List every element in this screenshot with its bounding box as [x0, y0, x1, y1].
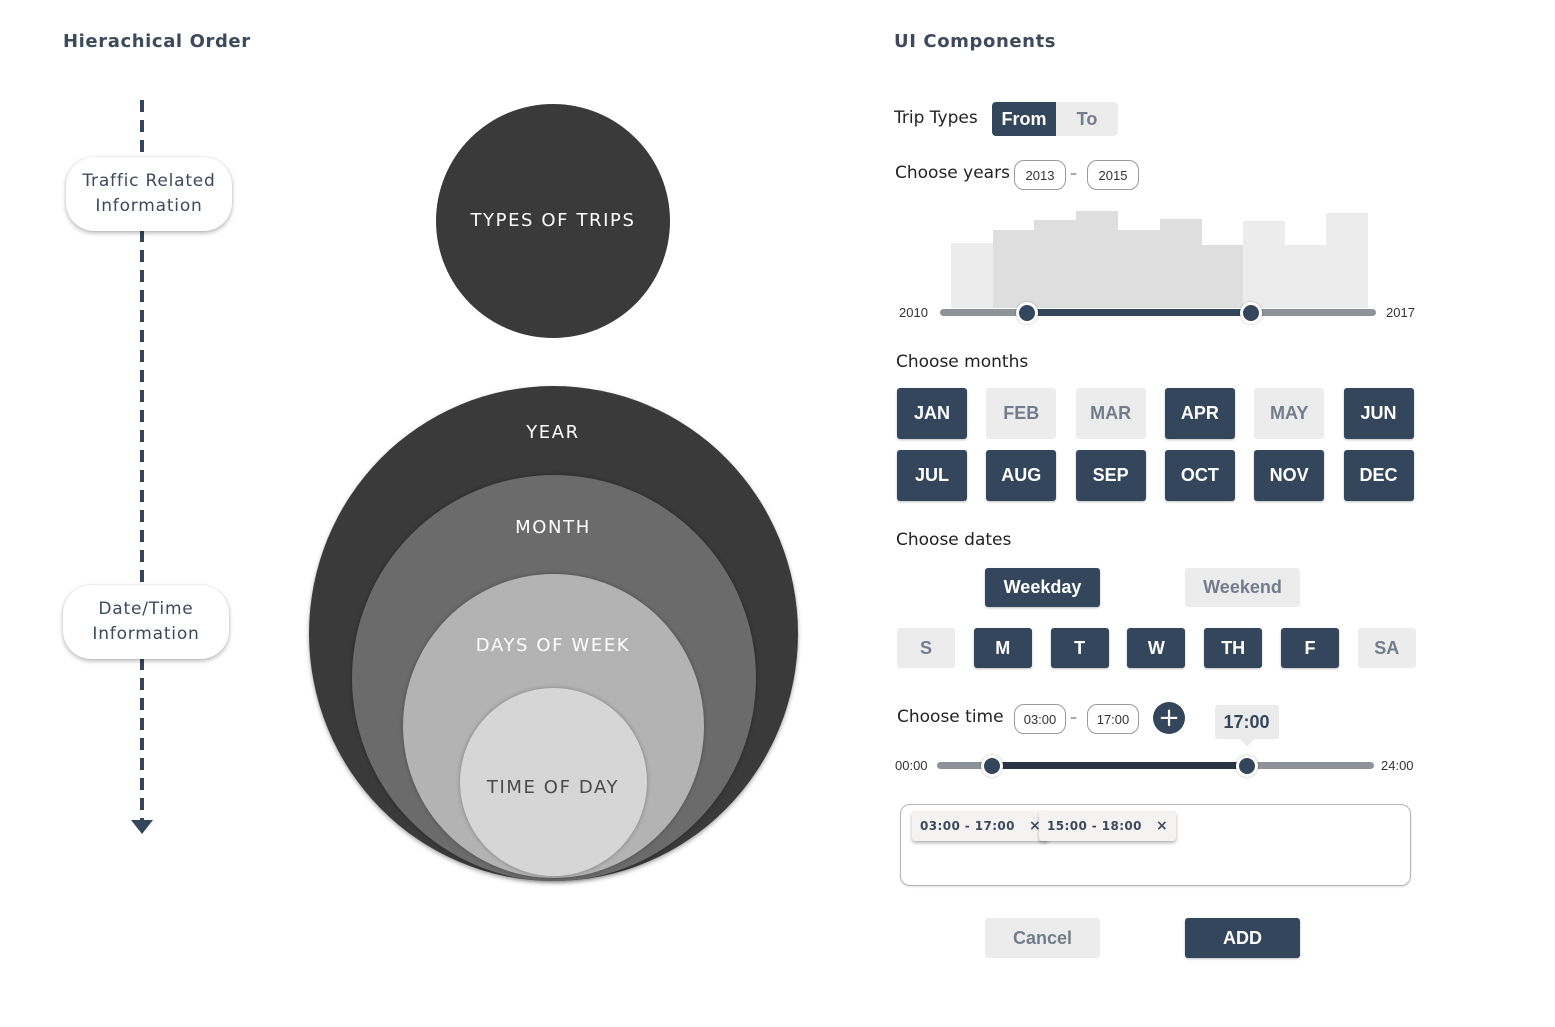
month-button-may[interactable]: MAY [1254, 388, 1325, 439]
ui-components-title: UI Components [894, 31, 1057, 52]
flow-line-middle [140, 230, 144, 585]
year-to-input[interactable]: 2015 [1087, 160, 1139, 190]
month-button-oct[interactable]: OCT [1164, 450, 1235, 501]
time-to-input[interactable]: 17:00 [1087, 704, 1139, 734]
circle-label-types-of-trips: TYPES OF TRIPS [470, 210, 636, 231]
time-axis-max: 24:00 [1381, 758, 1414, 773]
time-tooltip: 17:00 [1214, 705, 1279, 747]
month-button-sep[interactable]: SEP [1075, 450, 1146, 501]
flow-node-datetime: Date/Time Information [63, 585, 229, 659]
month-button-jan[interactable]: JAN [897, 388, 967, 439]
plus-icon: + [1158, 703, 1180, 733]
month-button-jun[interactable]: JUN [1343, 388, 1414, 439]
histogram-bar [1326, 213, 1369, 308]
day-button-f[interactable]: F [1281, 628, 1339, 668]
histogram-bar [1076, 211, 1119, 308]
day-button-s[interactable]: S [897, 628, 955, 668]
time-separator: – [1070, 710, 1077, 726]
hierarchy-title: Hierachical Order [63, 31, 251, 52]
day-button-sa[interactable]: SA [1357, 628, 1416, 668]
month-button-dec[interactable]: DEC [1343, 450, 1414, 501]
trip-type-from-button[interactable]: From [992, 102, 1056, 136]
year-slider-start-handle[interactable] [1016, 302, 1039, 324]
weekday-button[interactable]: Weekday [985, 568, 1100, 607]
day-button-t[interactable]: T [1050, 628, 1109, 668]
circle-label-time-of-day: TIME OF DAY [486, 777, 620, 798]
flow-node-line: Information [95, 196, 203, 216]
month-button-feb[interactable]: FEB [986, 388, 1057, 439]
year-axis-min: 2010 [899, 305, 928, 320]
flow-node-line: Traffic Related [82, 171, 216, 191]
choose-dates-label: Choose dates [896, 530, 1012, 550]
month-button-aug[interactable]: AUG [986, 450, 1057, 501]
year-slider-range [1027, 309, 1252, 316]
day-button-th[interactable]: TH [1204, 628, 1263, 668]
flow-node-line: Date/Time [98, 599, 194, 619]
time-range-chip: 15:00 - 18:00 × [1039, 811, 1177, 841]
circle-label-month: MONTH [515, 517, 591, 538]
time-axis-min: 00:00 [895, 758, 928, 773]
day-button-w[interactable]: W [1127, 628, 1186, 668]
year-slider-end-handle[interactable] [1240, 302, 1263, 324]
choose-years-label: Choose years [895, 163, 1010, 183]
chip-label: 03:00 - 17:00 [920, 819, 1015, 833]
cancel-button[interactable]: Cancel [985, 918, 1100, 958]
weekend-button[interactable]: Weekend [1185, 568, 1300, 607]
add-button[interactable]: ADD [1185, 918, 1300, 958]
histogram-bar [992, 230, 1035, 308]
day-button-m[interactable]: M [973, 628, 1032, 668]
time-slider-range [991, 762, 1247, 769]
flow-line-bottom [140, 658, 144, 822]
histogram-bar [1034, 220, 1077, 308]
time-range-chip: 03:00 - 17:00 × [912, 811, 1050, 841]
month-button-apr[interactable]: APR [1164, 388, 1235, 439]
circle-label-days-of-week: DAYS OF WEEK [475, 635, 631, 656]
trip-types-label: Trip Types [894, 108, 978, 128]
arrow-down-icon [131, 820, 153, 834]
histogram-bar [951, 243, 994, 308]
histogram-bar [1242, 221, 1286, 308]
histogram-bar [1201, 245, 1244, 308]
histogram-bar [1284, 245, 1327, 308]
month-button-nov[interactable]: NOV [1254, 450, 1325, 501]
circle-label-year: YEAR [526, 422, 580, 443]
time-slider-end-handle[interactable] [1235, 755, 1258, 777]
year-axis-max: 2017 [1386, 305, 1415, 320]
month-button-jul[interactable]: JUL [897, 450, 967, 501]
time-from-input[interactable]: 03:00 [1014, 704, 1066, 734]
histogram-bar [1159, 219, 1202, 308]
chip-label: 15:00 - 18:00 [1047, 819, 1142, 833]
add-time-range-button[interactable]: + [1153, 702, 1185, 734]
flow-node-traffic: Traffic Related Information [66, 157, 232, 231]
month-button-mar[interactable]: MAR [1075, 388, 1146, 439]
choose-time-label: Choose time [897, 707, 1004, 727]
close-icon[interactable]: × [1156, 818, 1168, 834]
flow-node-line: Information [92, 624, 200, 644]
year-separator: – [1070, 166, 1077, 182]
histogram-bar [1117, 230, 1160, 308]
flow-line-top [140, 100, 144, 158]
trip-type-to-button[interactable]: To [1056, 102, 1118, 136]
year-from-input[interactable]: 2013 [1014, 160, 1066, 190]
trip-type-toggle: From To [992, 102, 1118, 136]
choose-months-label: Choose months [896, 352, 1029, 372]
time-slider-start-handle[interactable] [980, 755, 1003, 777]
